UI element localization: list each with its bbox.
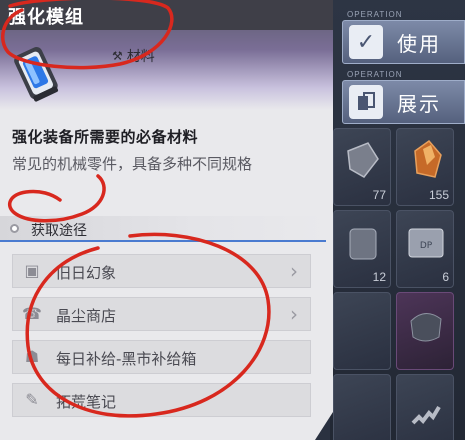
source-item-label: 晶尘商店 — [56, 307, 117, 325]
inventory-slot[interactable]: 77 — [333, 128, 391, 206]
notes-icon: ✎ — [25, 390, 39, 409]
title-bar: 强化模组 — [0, 0, 333, 30]
gauntlet-item-icon — [410, 313, 442, 342]
source-item-label: 每日补给-黑市补给箱 — [56, 350, 197, 368]
use-button[interactable]: OPERATION ✓ 使用 — [342, 10, 465, 64]
source-item-crystal-shop[interactable]: ☎ 晶尘商店 › — [12, 297, 311, 331]
item-count: 77 — [372, 188, 386, 202]
item-name: 强化装备所需要的必备材料 — [12, 128, 199, 146]
reinforcement-module-icon — [14, 47, 59, 102]
item-count: 6 — [442, 270, 449, 284]
item-detail-panel: 强化模组 ⚒ 材料 强化装备所需要的必备材料 常见的机械零件，具备多种不同规格 … — [0, 0, 333, 440]
spring-item-icon — [411, 405, 441, 425]
operation-tag: OPERATION — [347, 70, 403, 79]
display-button[interactable]: OPERATION 展示 — [342, 70, 465, 124]
source-item-black-market[interactable]: ☗ 每日补给-黑市补给箱 — [12, 340, 311, 374]
cards-icon — [349, 85, 383, 119]
operation-tag: OPERATION — [347, 10, 403, 19]
inventory-slot[interactable] — [396, 374, 454, 440]
amber-crystal-icon — [414, 139, 442, 178]
chip-item-icon: DP — [408, 228, 444, 258]
source-header-label: 获取途径 — [31, 223, 87, 239]
source-header: 获取途径 — [0, 216, 326, 242]
gear-part-icon — [349, 228, 377, 260]
source-item-pioneer-notes[interactable]: ✎ 拓荒笔记 — [12, 383, 311, 417]
inventory-slot[interactable]: 155 — [396, 128, 454, 206]
category-label: 材料 — [126, 49, 155, 65]
panel-title: 强化模组 — [8, 7, 84, 28]
svg-text:DP: DP — [420, 241, 433, 251]
supply-icon: ☗ — [24, 347, 40, 366]
check-icon: ✓ — [349, 25, 383, 59]
crystal-item-icon — [347, 142, 379, 178]
item-count: 155 — [428, 188, 449, 202]
shop-icon: ☎ — [22, 304, 42, 323]
inventory-slot[interactable]: 12 — [333, 210, 391, 288]
bullet-icon — [10, 224, 19, 233]
hammer-icon: ⚒ — [112, 49, 123, 63]
use-label: 使用 — [397, 31, 441, 56]
source-item-label: 旧日幻象 — [56, 264, 117, 282]
chevron-right-icon: › — [290, 259, 298, 283]
source-item-old-illusion[interactable]: ▣ 旧日幻象 › — [12, 254, 311, 288]
item-description: 常见的机械零件，具备多种不同规格 — [12, 155, 253, 173]
inventory-slot[interactable] — [396, 292, 454, 370]
item-category: ⚒ 材料 — [112, 46, 155, 66]
item-count: 12 — [372, 270, 386, 284]
inventory-slot[interactable] — [333, 292, 391, 370]
chevron-right-icon: › — [290, 302, 298, 326]
inventory-slot[interactable] — [333, 374, 391, 440]
display-label: 展示 — [397, 91, 441, 116]
source-item-label: 拓荒笔记 — [56, 393, 117, 411]
building-icon: ▣ — [24, 261, 40, 280]
inventory-slot[interactable]: DP 6 — [396, 210, 454, 288]
